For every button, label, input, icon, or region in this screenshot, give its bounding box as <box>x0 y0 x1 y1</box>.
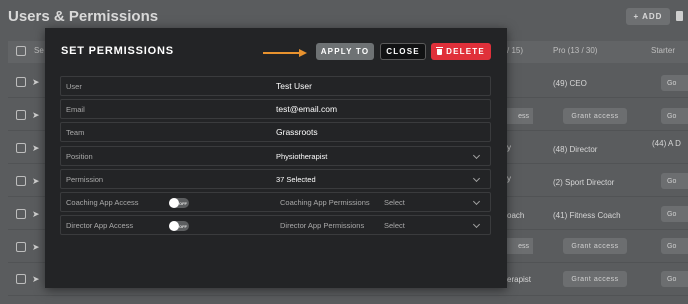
permission-select[interactable]: Permission 37 Selected <box>60 169 491 189</box>
send-icon[interactable]: ➤ <box>32 110 40 121</box>
position-select[interactable]: Position Physiotherapist <box>60 146 491 166</box>
director-app-access-label: Director App Access <box>66 221 134 230</box>
grant-access-button[interactable]: Grant access <box>563 108 627 124</box>
coaching-app-permissions-label: Coaching App Permissions <box>280 198 370 207</box>
team-field-value: Grassroots <box>276 127 318 137</box>
permission-select-value: 37 Selected <box>276 175 316 184</box>
row-pro-value: (41) Fitness Coach <box>553 211 621 220</box>
delete-label: DELETE <box>446 47 485 56</box>
user-field-value: Test User <box>276 81 312 91</box>
email-field[interactable]: Email test@email.com <box>60 99 491 119</box>
header-cell-basic: / 15) <box>507 46 524 55</box>
modal-title: SET PERMISSIONS <box>61 45 174 57</box>
row-grant-button[interactable]: Go <box>661 238 688 254</box>
header-cell-pro: Pro (13 / 30) <box>553 46 598 55</box>
row-basic-value: y <box>507 174 511 183</box>
document-icon[interactable] <box>676 11 683 21</box>
row-checkbox[interactable] <box>16 209 26 219</box>
coaching-app-access-label: Coaching App Access <box>66 198 139 207</box>
row-basic-value: oach <box>507 211 525 220</box>
director-app-permissions-select[interactable]: Select <box>384 221 405 230</box>
row-checkbox[interactable] <box>16 110 26 120</box>
email-field-label: Email <box>66 105 85 114</box>
director-app-access-toggle[interactable]: OFF <box>169 221 189 231</box>
position-select-value: Physiotherapist <box>276 152 328 161</box>
send-icon[interactable]: ➤ <box>32 77 40 88</box>
chevron-down-icon <box>472 174 481 183</box>
send-icon[interactable]: ➤ <box>32 143 40 154</box>
send-icon[interactable]: ➤ <box>32 274 40 285</box>
header-cell-search: Se <box>34 46 44 55</box>
toggle-off-label: OFF <box>179 223 187 229</box>
row-checkbox[interactable] <box>16 242 26 252</box>
add-button[interactable]: + ADD <box>626 8 670 25</box>
toggle-knob <box>169 198 179 208</box>
row-pro-value: (48) Director <box>553 145 598 154</box>
send-icon[interactable]: ➤ <box>32 209 40 220</box>
trash-icon <box>436 46 444 55</box>
permission-select-label: Permission <box>66 175 104 184</box>
position-select-label: Position <box>66 152 93 161</box>
row-grant-button[interactable]: Go <box>661 75 688 91</box>
coaching-app-permissions-select[interactable]: Select <box>384 198 405 207</box>
user-field-label: User <box>66 82 82 91</box>
header-cell-starter: Starter <box>651 46 676 55</box>
row-checkbox[interactable] <box>16 176 26 186</box>
arrow-head <box>299 49 307 57</box>
chevron-down-icon <box>472 197 481 206</box>
email-field-value: test@email.com <box>276 104 338 114</box>
apply-to-button[interactable]: APPLY TO <box>316 43 374 60</box>
close-label: CLOSE <box>386 47 420 56</box>
arrow-shaft <box>263 52 301 54</box>
close-button[interactable]: CLOSE <box>380 43 426 60</box>
toggle-knob <box>169 221 179 231</box>
director-app-row: Director App Access OFF Director App Per… <box>60 215 491 235</box>
send-icon[interactable]: ➤ <box>32 176 40 187</box>
set-permissions-modal: SET PERMISSIONS APPLY TO CLOSE DELETE Us… <box>45 28 507 288</box>
row-basic-value: y <box>507 143 511 152</box>
row-grant-button[interactable]: Go <box>661 271 688 287</box>
page-title: Users & Permissions <box>8 8 159 25</box>
coaching-app-row: Coaching App Access OFF Coaching App Per… <box>60 192 491 212</box>
grant-access-button[interactable]: Grant access <box>563 238 627 254</box>
row-grant-button[interactable]: Go <box>661 206 688 222</box>
apply-to-label: APPLY TO <box>320 47 370 56</box>
row-basic-grant-button[interactable]: ess <box>507 238 533 254</box>
director-app-permissions-label: Director App Permissions <box>280 221 365 230</box>
row-pro-value: (49) CEO <box>553 79 587 88</box>
row-basic-value: erapist <box>507 275 532 284</box>
team-field[interactable]: Team Grassroots <box>60 122 491 142</box>
row-checkbox[interactable] <box>16 274 26 284</box>
chevron-down-icon <box>472 220 481 229</box>
row-grant-button[interactable]: Go <box>661 108 688 124</box>
row-basic-grant-button[interactable]: ess <box>507 108 533 124</box>
select-all-checkbox[interactable] <box>16 46 26 56</box>
row-checkbox[interactable] <box>16 143 26 153</box>
grant-access-button[interactable]: Grant access <box>563 271 627 287</box>
row-pro-value: (2) Sport Director <box>553 178 615 187</box>
team-field-label: Team <box>66 128 85 137</box>
send-icon[interactable]: ➤ <box>32 242 40 253</box>
row-grant-button[interactable]: Go <box>661 173 688 189</box>
chevron-down-icon <box>472 151 481 160</box>
row-starter-value: (44) A D <box>652 139 681 148</box>
toggle-off-label: OFF <box>179 200 187 206</box>
coaching-app-access-toggle[interactable]: OFF <box>169 198 189 208</box>
row-checkbox[interactable] <box>16 77 26 87</box>
arrow-annotation-icon <box>263 49 307 57</box>
user-field[interactable]: User Test User <box>60 76 491 96</box>
delete-button[interactable]: DELETE <box>431 43 491 60</box>
